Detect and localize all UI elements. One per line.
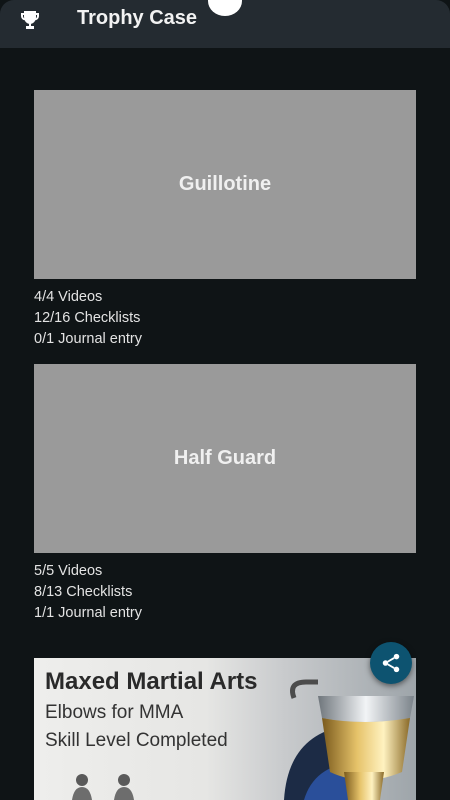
trophy-image[interactable]: Guillotine <box>34 90 416 279</box>
trophy-illustration <box>284 679 414 800</box>
trophy-name: Half Guard <box>173 447 277 469</box>
app-bar: Trophy Case <box>0 0 450 48</box>
share-button[interactable] <box>370 642 412 684</box>
trophy-stats: 4/4 Videos 12/16 Checklists 0/1 Journal … <box>34 287 416 350</box>
trophy-image[interactable]: Half Guard <box>34 364 416 553</box>
checklists-count: 12/16 Checklists <box>34 310 141 326</box>
journal-count: 1/1 Journal entry <box>34 605 143 621</box>
promo-title: Maxed Martial Arts <box>45 668 258 695</box>
trophy-name: Guillotine <box>178 173 272 195</box>
journal-count: 0/1 Journal entry <box>34 331 143 347</box>
videos-count: 4/4 Videos <box>34 289 103 305</box>
fighters-illustration <box>72 774 134 800</box>
checklists-count: 8/13 Checklists <box>34 584 133 600</box>
share-icon <box>382 653 400 673</box>
page-title: Trophy Case <box>77 7 198 29</box>
camera-notch <box>208 0 242 16</box>
trophy-card-half-guard[interactable]: Half Guard 5/5 Videos 8/13 Checklists 1/… <box>34 364 416 624</box>
promo-course: Elbows for MMA <box>45 702 184 723</box>
videos-count: 5/5 Videos <box>34 563 103 579</box>
promo-status: Skill Level Completed <box>45 730 228 751</box>
trophy-card-guillotine[interactable]: Guillotine 4/4 Videos 12/16 Checklists 0… <box>34 90 416 350</box>
trophy-icon[interactable] <box>18 8 42 32</box>
trophy-stats: 5/5 Videos 8/13 Checklists 1/1 Journal e… <box>34 561 416 624</box>
trophy-card-elbows-for-mma[interactable]: Maxed Martial Arts Elbows for MMA Skill … <box>34 658 416 800</box>
